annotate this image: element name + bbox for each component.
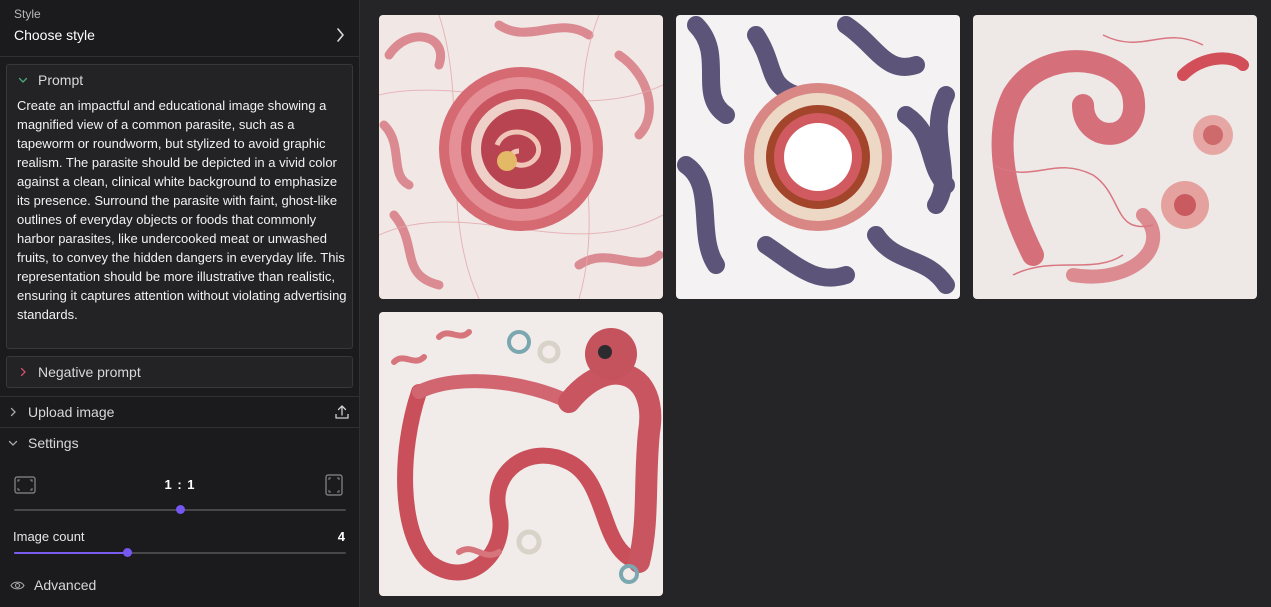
eye-icon xyxy=(10,581,25,589)
chevron-down-icon xyxy=(8,440,18,446)
aspect-ratio-slider[interactable] xyxy=(14,505,346,514)
advanced-label: Advanced xyxy=(34,577,97,593)
generated-image-4[interactable] xyxy=(379,312,663,596)
generated-image-1[interactable] xyxy=(379,15,663,299)
aspect-ratio-value: 1 : 1 xyxy=(164,477,196,492)
generated-image-2[interactable] xyxy=(676,15,960,299)
chevron-right-icon xyxy=(20,367,26,377)
style-value: Choose style xyxy=(14,27,95,43)
upload-icon[interactable] xyxy=(334,404,350,420)
portrait-ratio-icon[interactable] xyxy=(325,474,343,496)
chevron-down-icon xyxy=(18,77,28,83)
negative-prompt-panel[interactable]: Negative prompt xyxy=(6,356,353,388)
prompt-textarea[interactable]: Create an impactful and educational imag… xyxy=(17,96,347,324)
advanced-toggle[interactable]: Advanced xyxy=(10,577,96,593)
negative-prompt-head: Negative prompt xyxy=(17,364,141,380)
image-count-value: 4 xyxy=(337,529,345,544)
image-count-slider-thumb[interactable] xyxy=(122,548,132,557)
generated-image-3[interactable] xyxy=(973,15,1257,299)
style-label: Style xyxy=(14,7,41,21)
aspect-ratio-slider-thumb[interactable] xyxy=(176,505,185,514)
chevron-right-icon xyxy=(337,28,344,42)
settings-toggle[interactable]: Settings xyxy=(0,428,359,460)
upload-image-head: Upload image xyxy=(7,404,114,420)
negative-prompt-header: Negative prompt xyxy=(38,364,141,380)
prompt-panel: Prompt Create an impactful and education… xyxy=(6,64,353,349)
upload-image-label: Upload image xyxy=(28,404,115,420)
chevron-right-icon xyxy=(10,407,16,417)
sidebar: Style Choose style Prompt Create an impa… xyxy=(0,0,360,607)
prompt-header: Prompt xyxy=(38,72,84,88)
image-count-slider-fill xyxy=(14,552,127,554)
style-selector[interactable]: Style Choose style xyxy=(0,0,359,57)
image-count-slider[interactable] xyxy=(14,548,346,557)
landscape-ratio-icon[interactable] xyxy=(14,476,36,494)
upload-image-row[interactable]: Upload image xyxy=(0,396,359,428)
settings-head: Settings xyxy=(7,435,79,451)
settings-header: Settings xyxy=(28,435,79,451)
image-count-label: Image count xyxy=(13,529,85,544)
prompt-toggle[interactable]: Prompt xyxy=(17,72,83,88)
